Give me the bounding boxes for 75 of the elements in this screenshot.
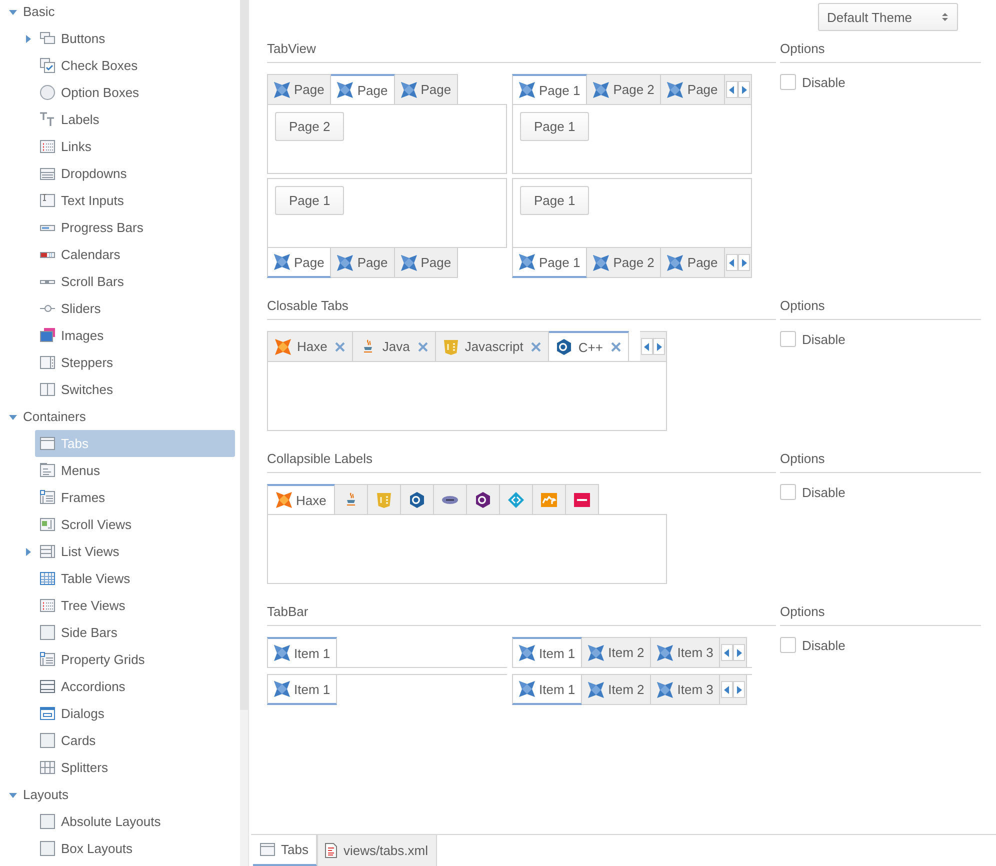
tree-item[interactable]: List Views	[35, 538, 235, 565]
tab[interactable]: Page	[267, 248, 332, 278]
checkbox-label: Disable	[802, 74, 846, 90]
tree-item[interactable]: Calendars	[35, 241, 235, 268]
tree-item[interactable]: Sliders	[35, 295, 235, 322]
tab[interactable]: Item 1	[512, 675, 582, 705]
section-title: Options	[780, 604, 981, 626]
section-title: Options	[780, 41, 981, 63]
tree-item[interactable]: Text Inputs	[35, 187, 235, 214]
tree-group[interactable]: Basic	[23, 4, 55, 19]
section-title: Options	[780, 298, 981, 320]
theme-dropdown[interactable]: Default Theme	[818, 3, 958, 31]
tree-item[interactable]: Cards	[35, 727, 235, 754]
tree-item[interactable]: Progress Bars	[35, 214, 235, 241]
tree-item[interactable]: Steppers	[35, 349, 235, 376]
tree-item[interactable]: Box Layouts	[35, 835, 235, 862]
tree-item[interactable]: Dialogs	[35, 700, 235, 727]
tab[interactable]: Page	[394, 74, 458, 104]
tree-item[interactable]: Images	[35, 322, 235, 349]
section-title: Closable Tabs	[267, 298, 776, 320]
section-title: Options	[780, 451, 981, 473]
tab[interactable]: Page	[331, 74, 395, 104]
tree-item[interactable]: Menus	[35, 457, 235, 484]
tree-group[interactable]: Containers	[23, 409, 86, 424]
tree-item[interactable]: Splitters	[35, 754, 235, 781]
tree-item[interactable]: Dropdowns	[35, 160, 235, 187]
section-title: TabView	[267, 41, 776, 63]
tab[interactable]: Haxe	[267, 331, 354, 361]
tree-item[interactable]: Check Boxes	[35, 52, 235, 79]
checkbox-label: Disable	[802, 332, 846, 346]
tab[interactable]: Item 1	[267, 675, 338, 705]
tab[interactable]: Java	[353, 331, 436, 361]
tab[interactable]: Page 2	[587, 74, 662, 104]
tab[interactable]: Page 1	[512, 248, 588, 278]
tab[interactable]: Page	[331, 248, 395, 278]
tree-item[interactable]: Frames	[35, 484, 235, 511]
tab[interactable]: C++	[549, 331, 629, 361]
tab[interactable]: Javascript	[436, 331, 550, 361]
tab[interactable]: Item 1	[267, 637, 338, 667]
section-title: Collapsible Labels	[267, 451, 776, 473]
section-title: TabBar	[267, 604, 776, 626]
tab[interactable]: Page 2	[587, 248, 662, 278]
tab[interactable]: Item 1	[512, 637, 582, 667]
tab[interactable]: views/tabs.xml	[317, 835, 437, 866]
tree-item[interactable]: Scroll Views	[35, 511, 235, 538]
page-button[interactable]: Page 1	[520, 186, 590, 215]
tab[interactable]: Item 3	[651, 637, 720, 667]
tree-item[interactable]: Accordions	[35, 673, 235, 700]
tab[interactable]: Page	[661, 248, 725, 278]
checkbox-label: Disable	[802, 484, 846, 500]
tab[interactable]: Page	[394, 248, 458, 278]
tree-item[interactable]: Tree Views	[35, 592, 235, 619]
tree-item[interactable]: Labels	[35, 106, 235, 133]
tree-item[interactable]: Scroll Bars	[35, 268, 235, 295]
tab[interactable]: Page 1	[512, 74, 588, 104]
tab[interactable]: Item 3	[651, 675, 720, 705]
tree-group[interactable]: Layouts	[23, 787, 69, 802]
tab[interactable]: Page	[661, 74, 725, 104]
tree-item[interactable]: Switches	[35, 376, 235, 403]
tab[interactable]: Page	[267, 74, 332, 104]
tab[interactable]: Item 2	[582, 637, 652, 667]
page-button[interactable]: Page 1	[520, 112, 590, 141]
tab[interactable]: Tabs	[253, 835, 318, 866]
tree-item[interactable]: Absolute Layouts	[35, 808, 235, 835]
tree-item[interactable]: Table Views	[35, 565, 235, 592]
tree-item[interactable]: Property Grids	[35, 646, 235, 673]
tree-item[interactable]: Side Bars	[35, 619, 235, 646]
tree-item[interactable]: Links	[35, 133, 235, 160]
tab[interactable]: Haxe	[267, 484, 336, 514]
page-button[interactable]: Page 2	[275, 112, 344, 141]
tree-item[interactable]: Buttons	[35, 25, 235, 52]
tree-item[interactable]: Option Boxes	[35, 79, 235, 106]
page-button[interactable]: Page 1	[275, 186, 344, 215]
tab[interactable]: Item 2	[582, 675, 652, 705]
checkbox-label: Disable	[802, 638, 846, 652]
